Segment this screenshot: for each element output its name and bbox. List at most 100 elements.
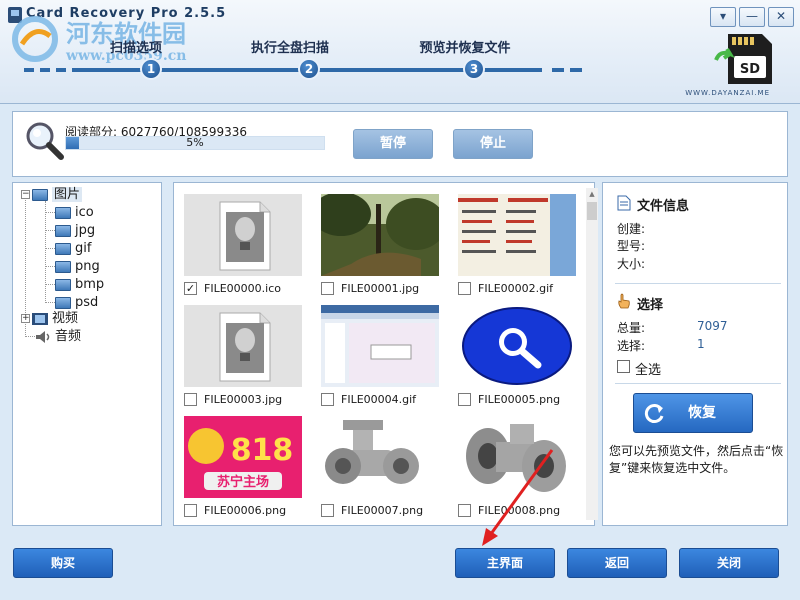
- tree-node-video[interactable]: + 视频: [21, 310, 78, 327]
- file-checkbox[interactable]: [321, 393, 334, 406]
- file-checkbox[interactable]: [184, 393, 197, 406]
- refresh-icon: [644, 404, 664, 423]
- minimize-button[interactable]: —: [739, 7, 765, 27]
- collapse-toggle[interactable]: −: [21, 190, 30, 199]
- tree-node-label: psd: [75, 295, 99, 310]
- file-checkbox[interactable]: [458, 393, 471, 406]
- select-all-label[interactable]: 全选: [635, 359, 661, 378]
- file-tile[interactable]: FILE00008.png: [458, 416, 576, 525]
- tree-node-label: jpg: [75, 223, 96, 238]
- total-value: 7097: [697, 319, 728, 333]
- tree-node-gif[interactable]: gif: [55, 240, 91, 257]
- menu-button[interactable]: ▾: [710, 7, 736, 27]
- stop-button[interactable]: 停止: [453, 129, 533, 159]
- tree-node-ico[interactable]: ico: [55, 204, 94, 221]
- file-name: FILE00001.jpg: [341, 282, 420, 295]
- file-checkbox[interactable]: ✓: [184, 282, 197, 295]
- window-controls: ▾ — ✕: [710, 7, 794, 27]
- file-tile[interactable]: ✓ FILE00000.ico: [184, 194, 302, 304]
- restore-hint-text: 您可以先预览文件，然后点击“恢复”键来恢复选中文件。: [609, 444, 784, 475]
- step-3-circle: 3: [463, 58, 485, 80]
- file-tile[interactable]: FILE00003.jpg: [184, 305, 302, 415]
- home-button[interactable]: 主界面: [455, 548, 555, 578]
- file-name: FILE00007.png: [341, 504, 424, 517]
- restore-button[interactable]: 恢复: [633, 393, 753, 433]
- select-all-checkbox[interactable]: [617, 360, 630, 373]
- type-label: 型号:: [617, 239, 646, 253]
- photo-placeholder-icon: [219, 312, 271, 382]
- folder-icon: [55, 206, 71, 219]
- close-button[interactable]: 关闭: [679, 548, 779, 578]
- file-tile[interactable]: 818 苏宁主场 FILE00006.png: [184, 416, 302, 525]
- sd-label: SD: [740, 62, 760, 77]
- close-window-button[interactable]: ✕: [768, 7, 794, 27]
- file-name: FILE00000.ico: [204, 282, 281, 295]
- hand-pointer-icon: [618, 293, 630, 309]
- forest-photo: [321, 194, 439, 276]
- tree-node-label: ico: [75, 205, 94, 220]
- file-thumbnail: [321, 416, 439, 498]
- brand-site-text: WWW.DAYANZAI.ME: [685, 89, 770, 97]
- expand-toggle[interactable]: +: [21, 314, 30, 323]
- photo-placeholder-icon: [219, 201, 271, 271]
- folder-icon: [55, 224, 71, 237]
- file-tile[interactable]: FILE00001.jpg: [321, 194, 439, 304]
- file-checkbox[interactable]: [321, 504, 334, 517]
- file-tile[interactable]: FILE00005.png: [458, 305, 576, 415]
- created-label: 创建:: [617, 222, 646, 236]
- tree-node-label: gif: [75, 241, 92, 256]
- size-label: 大小:: [617, 257, 646, 271]
- scroll-thumb[interactable]: [587, 202, 597, 220]
- pause-button[interactable]: 暂停: [353, 129, 433, 159]
- file-checkbox[interactable]: [458, 504, 471, 517]
- pipe-fitting: [325, 420, 419, 484]
- selected-value: 1: [697, 337, 705, 351]
- file-name: FILE00008.png: [478, 504, 561, 517]
- tree-node-png[interactable]: png: [55, 258, 100, 275]
- scan-status-panel: 阅读部分: 6027760/108599336 5% 暂停 停止: [12, 111, 788, 177]
- tree-node-label: 音频: [55, 329, 82, 344]
- file-type-tree: − 图片 ico jpg gif png bmp psd + 视频 音频: [12, 182, 162, 526]
- tree-node-audio[interactable]: 音频: [35, 328, 81, 345]
- file-thumbnail: [184, 194, 302, 276]
- folder-icon: [55, 296, 71, 309]
- step-label-2: 执行全盘扫描: [250, 41, 330, 56]
- file-tile[interactable]: FILE00007.png: [321, 416, 439, 525]
- tree-node-label: png: [75, 259, 100, 274]
- file-info-panel: 文件信息 创建: 型号: 大小: 选择 总量: 7097 选择: 1 全选 恢复…: [602, 182, 788, 526]
- tree-node-psd[interactable]: psd: [55, 294, 98, 311]
- restore-label: 恢复: [688, 405, 716, 421]
- step-label-3: 预览并恢复文件: [419, 41, 511, 56]
- tree-node-bmp[interactable]: bmp: [55, 276, 104, 293]
- file-tile[interactable]: FILE00004.gif: [321, 305, 439, 415]
- file-thumbnail: [458, 305, 576, 387]
- total-label: 总量:: [617, 321, 646, 335]
- tree-node-images[interactable]: − 图片: [21, 186, 83, 203]
- file-name: FILE00002.gif: [478, 282, 554, 295]
- speaker-icon: [36, 330, 50, 343]
- progress-percent: 5%: [186, 136, 204, 149]
- video-icon: [32, 312, 48, 325]
- file-checkbox[interactable]: [184, 504, 197, 517]
- header-banner: Card Recovery Pro 2.5.5 河东软件园 www.pc0359…: [0, 0, 800, 104]
- step-1-circle: 1: [140, 58, 162, 80]
- back-button[interactable]: 返回: [567, 548, 667, 578]
- grid-scrollbar[interactable]: ▲: [586, 188, 598, 520]
- scroll-up-arrow-icon[interactable]: ▲: [586, 188, 598, 200]
- footer-bar: 购买 主界面 返回 关闭: [0, 536, 800, 600]
- file-info-title: 文件信息: [637, 199, 690, 214]
- file-thumbnail: [184, 305, 302, 387]
- file-name: FILE00004.gif: [341, 393, 417, 406]
- file-checkbox[interactable]: [458, 282, 471, 295]
- step-2-circle: 2: [298, 58, 320, 80]
- folder-icon: [55, 278, 71, 291]
- magnifier-logo: [458, 305, 576, 387]
- buy-button[interactable]: 购买: [13, 548, 113, 578]
- file-thumbnail: 818 苏宁主场: [184, 416, 302, 498]
- tree-node-label: bmp: [75, 277, 105, 292]
- folder-icon: [55, 260, 71, 273]
- file-checkbox[interactable]: [321, 282, 334, 295]
- file-tile[interactable]: FILE00002.gif: [458, 194, 576, 304]
- tree-node-jpg[interactable]: jpg: [55, 222, 95, 239]
- tree-node-label: 图片: [52, 187, 83, 202]
